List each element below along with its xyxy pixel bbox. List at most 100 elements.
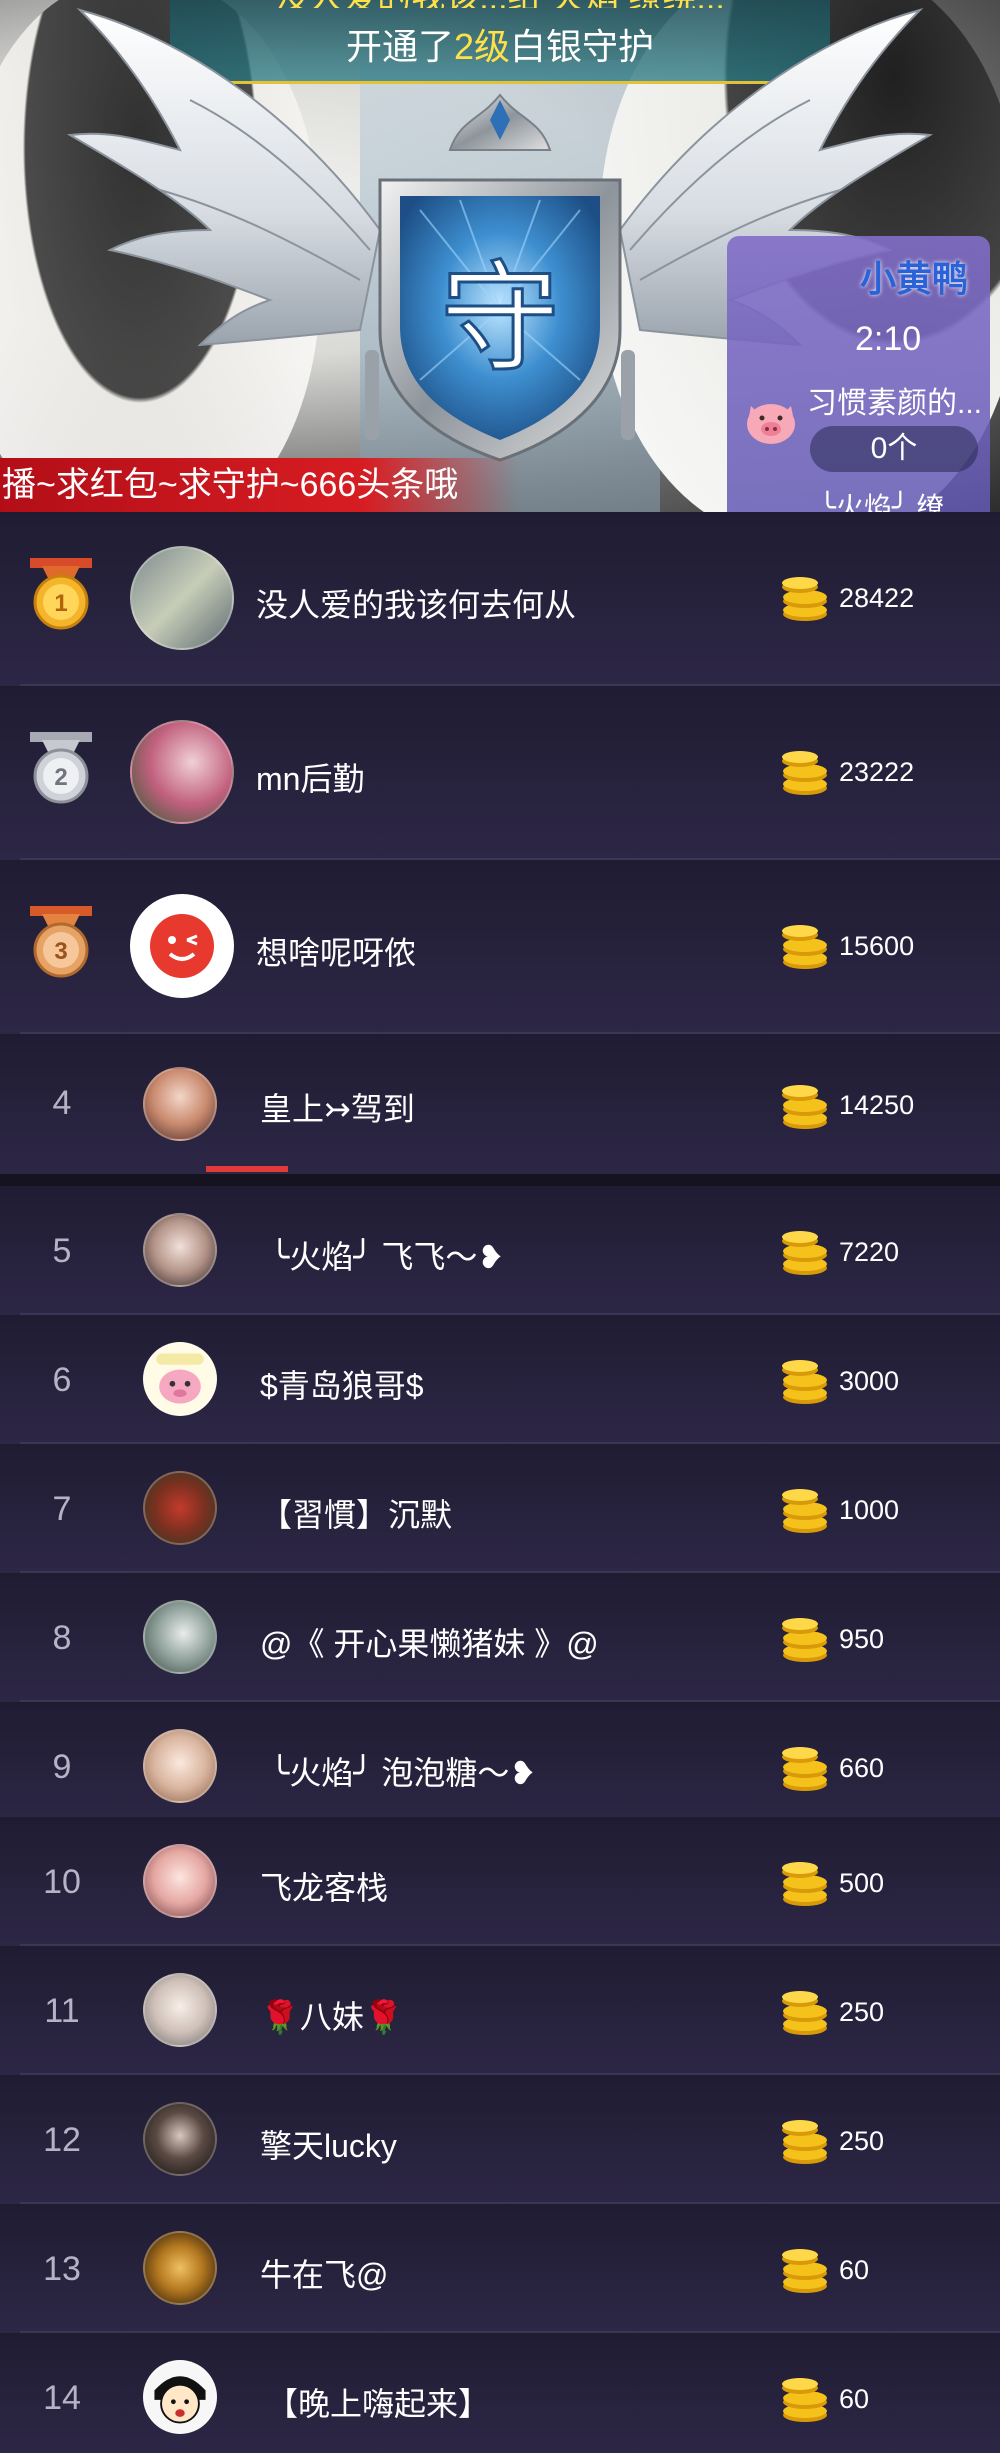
cartoon-pig-icon (156, 1353, 204, 1404)
avatar[interactable] (143, 2231, 217, 2305)
avatar[interactable] (143, 1600, 217, 1674)
leaderboard-row-2[interactable]: 2 mn后勤 23222 (0, 686, 1000, 860)
contribution-amount: 1000 (839, 1495, 900, 1525)
scrolling-ticker: 播~求红包~求守护~666头条哦 (0, 458, 520, 512)
rank-number: 4 (52, 1084, 72, 1122)
leaderboard-row-9[interactable]: 9 ╰火焰╯ 泡泡糖～❥ 660 (0, 1702, 1000, 1831)
coin-stack-icon (782, 2378, 827, 2422)
coin-stack-icon (782, 1489, 827, 1533)
rank-number: 8 (52, 1619, 72, 1657)
rank-number: 6 (52, 1361, 72, 1399)
leaderboard-row-12[interactable]: 12 擎天lucky 250 (0, 2075, 1000, 2204)
coin-stack-icon (782, 751, 827, 795)
avatar[interactable] (143, 1213, 217, 1287)
leaderboard-row-13[interactable]: 13 牛在飞@ 60 (0, 2204, 1000, 2333)
contribution-amount: 60 (839, 2255, 870, 2285)
contribution-amount: 23222 (839, 757, 915, 787)
user-name[interactable]: 想啥呢呀侬 (256, 928, 416, 974)
svg-text:1: 1 (54, 590, 67, 617)
coin-stack-icon (782, 577, 827, 621)
contribution-amount: 3000 (839, 1366, 900, 1396)
coin-stack-icon (782, 1231, 827, 1275)
contribution-amount: 250 (839, 2126, 885, 2156)
avatar[interactable] (143, 1067, 217, 1141)
emblem-character: 守 (440, 250, 560, 389)
contribution-amount: 7220 (839, 1237, 900, 1267)
section-separator (0, 1174, 1000, 1186)
leaderboard-row-7[interactable]: 7 【習慣】沉默 1000 (0, 1444, 1000, 1573)
coin-stack-icon (782, 1360, 827, 1404)
user-name[interactable]: @《 开心果懒猪妹 》@ (260, 1619, 599, 1665)
user-name[interactable]: ╰火焰╯ 泡泡糖～❥ (270, 1748, 536, 1794)
rank-number: 12 (43, 2121, 81, 2159)
user-name[interactable]: 皇上↣驾到 (260, 1084, 415, 1130)
contribution-amount: 15600 (839, 931, 915, 961)
user-name[interactable]: 🌹八妹🌹 (260, 1992, 404, 2038)
user-name[interactable]: 牛在飞@ (260, 2250, 389, 2296)
avatar[interactable] (143, 1471, 217, 1545)
user-name[interactable]: $青岛狼哥$ (260, 1361, 424, 1407)
svg-text:3: 3 (54, 938, 67, 965)
rank-number: 13 (43, 2250, 81, 2288)
rank-number: 5 (52, 1232, 72, 1270)
rank-number: 14 (43, 2379, 81, 2417)
coin-stack-icon (782, 1991, 827, 2035)
user-name[interactable]: 【習慣】沉默 (260, 1490, 452, 1536)
avatar[interactable] (143, 1342, 217, 1416)
contribution-amount: 500 (839, 1868, 885, 1898)
viewer-side-panel[interactable]: 小黄鸭 2:10 习惯素颜的... 0个 ╰火焰╯ 缭 (727, 236, 990, 512)
wink-face-icon (150, 914, 214, 978)
coin-stack-icon (782, 2120, 827, 2164)
bronze-medal-icon: 3 (30, 906, 92, 978)
coin-stack-icon (782, 1862, 827, 1906)
contribution-leaderboard: 1 没人爱的我该何去何从 28422 2 mn后勤 23222 3 想啥呢呀侬 … (0, 512, 1000, 2453)
avatar[interactable] (143, 1973, 217, 2047)
leaderboard-row-11[interactable]: 11 🌹八妹🌹 250 (0, 1946, 1000, 2075)
avatar[interactable] (130, 720, 234, 824)
gold-medal-icon: 1 (30, 558, 92, 630)
rank-number: 11 (44, 1992, 80, 2030)
contribution-amount: 28422 (839, 583, 915, 613)
avatar[interactable] (143, 2102, 217, 2176)
user-name[interactable]: mn后勤 (256, 754, 364, 800)
coin-stack-icon (782, 1618, 827, 1662)
leaderboard-row-10[interactable]: 10 飞龙客栈 500 (0, 1817, 1000, 1946)
leaderboard-row-5[interactable]: 5 ╰火焰╯ 飞飞～❥ 7220 (0, 1186, 1000, 1315)
user-name[interactable]: 没人爱的我该何去何从 (256, 580, 576, 626)
gift-count-pill[interactable]: 0个 (810, 426, 978, 472)
leaderboard-row-8[interactable]: 8 @《 开心果懒猪妹 》@ 950 (0, 1573, 1000, 1702)
user-name[interactable]: 擎天lucky (260, 2121, 397, 2167)
rank-number: 10 (43, 1863, 81, 1901)
coin-stack-icon (782, 925, 827, 969)
user-name[interactable]: 【晚上嗨起来】 (266, 2379, 490, 2425)
contribution-amount: 60 (839, 2384, 870, 2414)
coin-stack-icon (782, 1747, 827, 1791)
avatar[interactable] (130, 894, 234, 998)
avatar[interactable] (143, 1844, 217, 1918)
contribution-amount: 250 (839, 1997, 885, 2027)
user-name[interactable]: ╰火焰╯ 飞飞～❥ (270, 1232, 504, 1278)
leaderboard-row-14[interactable]: 14 【晚上嗨起来】 60 (0, 2333, 1000, 2453)
leaderboard-row-3[interactable]: 3 想啥呢呀侬 15600 (0, 860, 1000, 1034)
coin-stack-icon (782, 1085, 827, 1129)
cartoon-face-icon (154, 2376, 206, 2424)
side-panel-name: 小黄鸭 (859, 258, 968, 299)
avatar[interactable] (143, 1729, 217, 1803)
leaderboard-row-6[interactable]: 6 $青岛狼哥$ 3000 (0, 1315, 1000, 1444)
coin-stack-icon (782, 2249, 827, 2293)
avatar[interactable] (143, 2360, 217, 2434)
tab-indicator (206, 1166, 288, 1172)
silver-medal-icon: 2 (30, 732, 92, 804)
side-panel-time: 2:10 (855, 320, 922, 358)
contribution-amount: 660 (839, 1753, 885, 1783)
pig-icon (747, 404, 795, 444)
leaderboard-row-1[interactable]: 1 没人爱的我该何去何从 28422 (0, 512, 1000, 686)
avatar[interactable] (130, 546, 234, 650)
rank-number: 9 (52, 1748, 72, 1786)
user-name[interactable]: 飞龙客栈 (260, 1863, 388, 1909)
side-panel-description: 习惯素颜的... (807, 387, 983, 420)
rank-number: 7 (52, 1490, 72, 1528)
contribution-amount: 14250 (839, 1090, 915, 1120)
svg-text:2: 2 (54, 764, 67, 791)
leaderboard-row-4[interactable]: 4 皇上↣驾到 14250 (0, 1034, 1000, 1174)
